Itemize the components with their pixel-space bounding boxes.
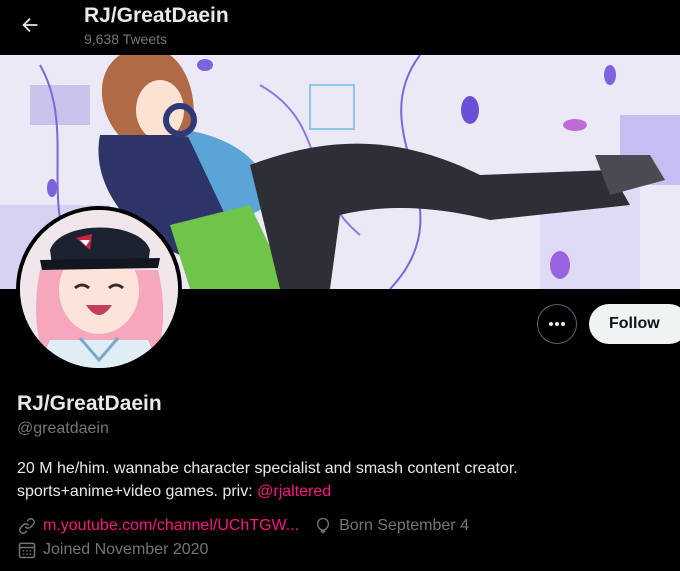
avatar[interactable] xyxy=(16,206,182,372)
follow-button[interactable]: Follow xyxy=(589,304,680,344)
more-options-button[interactable] xyxy=(537,304,577,344)
top-bar: RJ/GreatDaein 9,638 Tweets xyxy=(0,0,680,55)
bio-mention-link[interactable]: @rjaltered xyxy=(257,483,331,500)
profile-joined-date: Joined November 2020 xyxy=(43,541,209,558)
avatar-image xyxy=(20,210,178,368)
back-button[interactable] xyxy=(14,9,46,41)
profile-birthday: Born September 4 xyxy=(339,517,469,534)
avatar-illustration xyxy=(20,210,178,368)
calendar-icon xyxy=(18,542,36,559)
more-dots-icon xyxy=(549,322,565,326)
profile-meta-row-2: Joined November 2020 xyxy=(17,540,208,560)
header-tweet-count: 9,638 Tweets xyxy=(84,31,168,47)
link-icon xyxy=(19,518,35,534)
profile-meta-row-1: m.youtube.com/channel/UChTGW... Born Sep… xyxy=(17,516,469,536)
back-arrow-icon xyxy=(22,17,38,33)
profile-display-name: RJ/GreatDaein xyxy=(17,392,162,415)
profile-handle: @greatdaein xyxy=(17,420,109,437)
balloon-icon xyxy=(317,517,330,534)
header-display-name: RJ/GreatDaein xyxy=(84,4,229,27)
profile-bio: 20 M he/him. wannabe character specialis… xyxy=(17,457,657,503)
bio-line-2-text: sports+anime+video games. priv: xyxy=(17,483,258,500)
bio-line-2: sports+anime+video games. priv: @rjalter… xyxy=(17,480,657,503)
profile-website-link[interactable]: m.youtube.com/channel/UChTGW... xyxy=(43,517,299,535)
bio-line-1: 20 M he/him. wannabe character specialis… xyxy=(17,460,518,477)
